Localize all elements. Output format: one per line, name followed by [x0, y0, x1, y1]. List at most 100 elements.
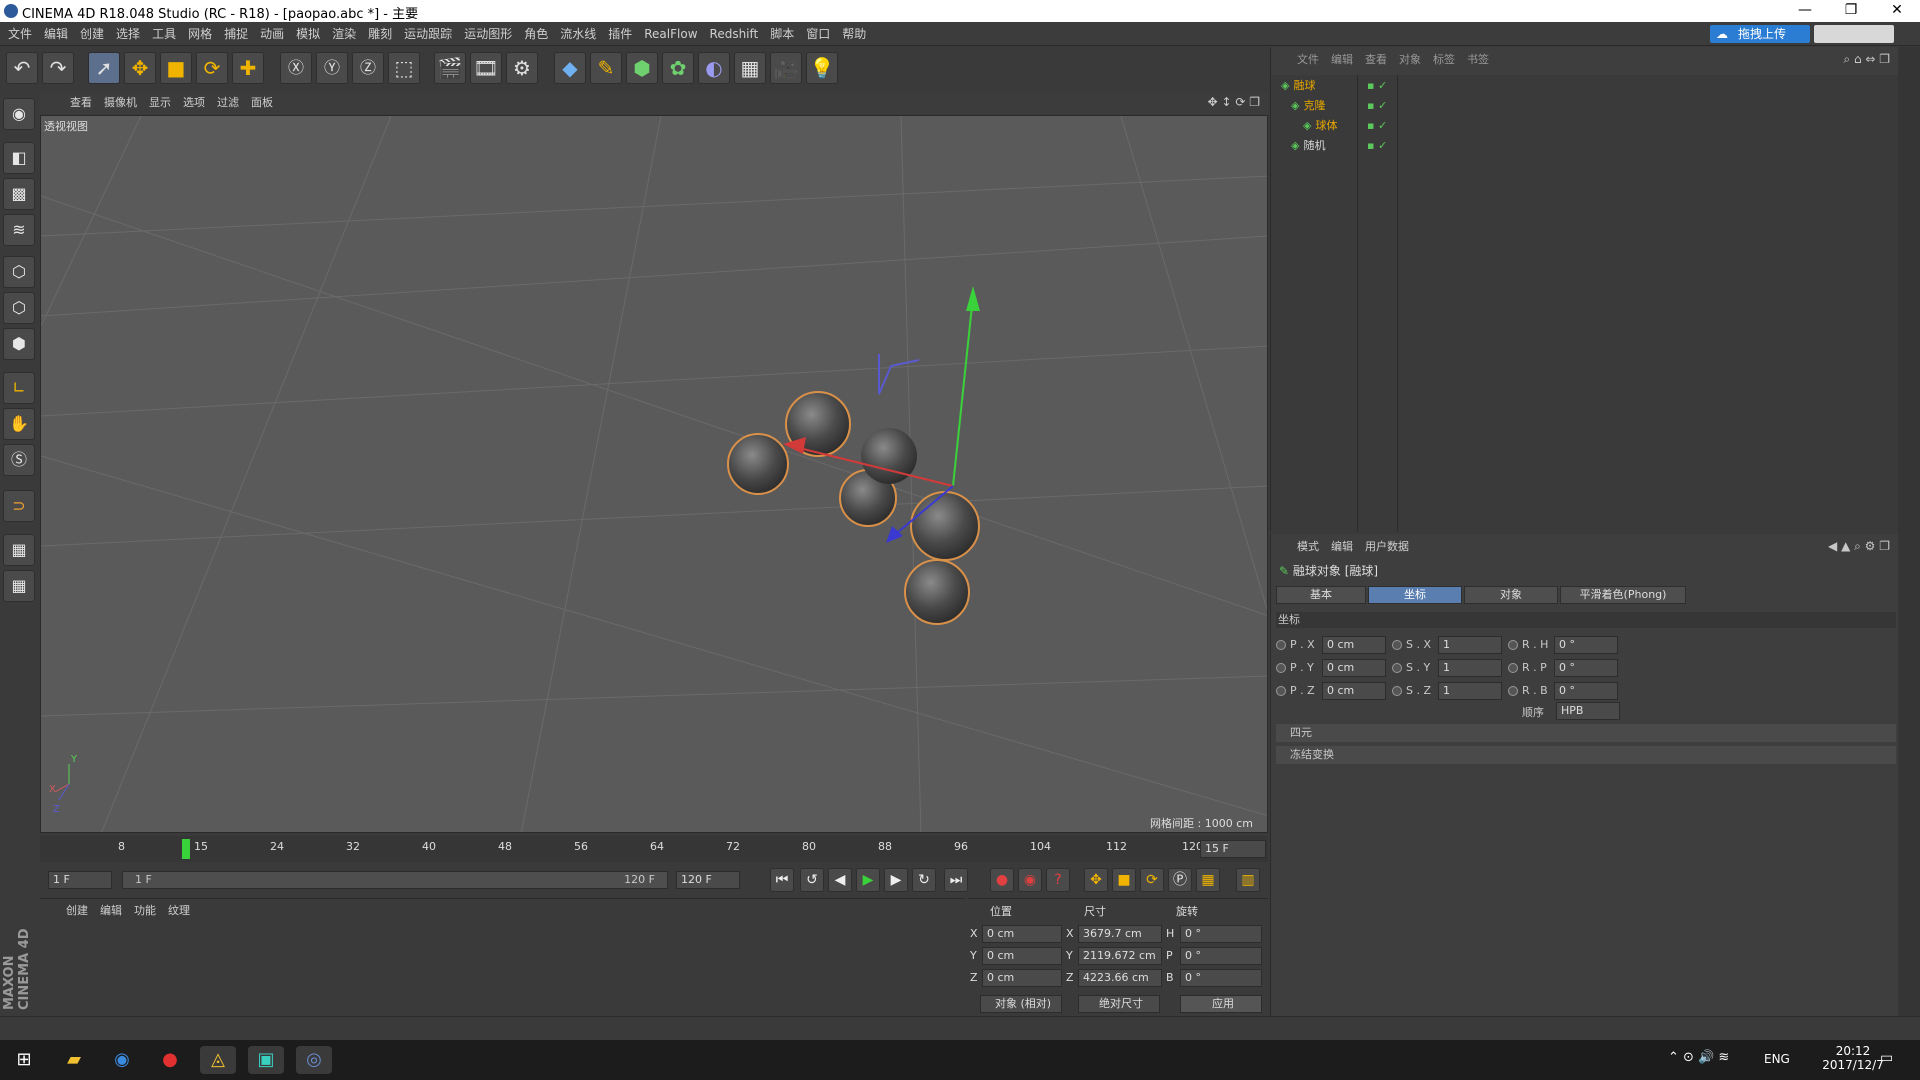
select-tool-icon[interactable]: ➚: [88, 52, 120, 84]
rotation-field[interactable]: 0 °: [1180, 947, 1262, 965]
object-menu-item[interactable]: 文件: [1291, 51, 1325, 69]
move-tool-icon[interactable]: ✥: [124, 52, 156, 84]
menu-item[interactable]: 捕捉: [218, 22, 254, 46]
attribute-menu-item[interactable]: 模式: [1291, 538, 1325, 556]
menu-item[interactable]: Redshift: [704, 22, 765, 46]
attribute-menu-item[interactable]: 编辑: [1325, 538, 1359, 556]
viewport-menu-item[interactable]: 查看: [64, 92, 98, 114]
animate-radio[interactable]: [1392, 686, 1402, 696]
viewport-menu-item[interactable]: 摄像机: [98, 92, 143, 114]
key-parameter-icon[interactable]: Ⓟ: [1168, 868, 1192, 892]
position-field[interactable]: 0 cm: [982, 969, 1062, 987]
animate-radio[interactable]: [1276, 686, 1286, 696]
menu-item[interactable]: 文件: [2, 22, 38, 46]
object-menu-item[interactable]: 编辑: [1325, 51, 1359, 69]
windows-start-icon[interactable]: ⊞: [6, 1046, 42, 1074]
start-frame-field[interactable]: 1 F: [48, 871, 112, 889]
playhead[interactable]: [182, 839, 190, 859]
goto-start-icon[interactable]: ⏮: [770, 868, 794, 892]
goto-end-icon[interactable]: ⏭: [944, 868, 968, 892]
menu-item[interactable]: 编辑: [38, 22, 74, 46]
y-axis-lock-icon[interactable]: Ⓨ: [316, 52, 348, 84]
field-value[interactable]: 1: [1438, 659, 1502, 677]
object-row[interactable]: ◈ 随机 ▪ ✓: [1273, 137, 1893, 155]
viewport-menu-item[interactable]: 过滤: [211, 92, 245, 114]
field-value[interactable]: 0 °: [1554, 636, 1618, 654]
animate-radio[interactable]: [1508, 640, 1518, 650]
app-icon[interactable]: ◬: [200, 1046, 236, 1074]
next-key-icon[interactable]: ↻: [912, 868, 936, 892]
menu-item[interactable]: 动画: [254, 22, 290, 46]
attribute-nav-icons[interactable]: ◀ ▲ ⌕ ⚙ ❐: [1828, 539, 1890, 554]
browser-icon[interactable]: ◉: [104, 1046, 140, 1074]
rotation-field[interactable]: 0 °: [1180, 925, 1262, 943]
cloner-icon[interactable]: ✿: [662, 52, 694, 84]
attribute-tab[interactable]: 基本: [1276, 586, 1366, 604]
object-row[interactable]: ◈ 克隆 ▪ ✓: [1273, 97, 1893, 115]
visibility-check-icon[interactable]: ▪ ✓: [1367, 97, 1387, 115]
undo-icon[interactable]: ↶: [6, 52, 38, 84]
field-value[interactable]: 0 °: [1554, 659, 1618, 677]
image-app-icon[interactable]: ▣: [248, 1046, 284, 1074]
tray-icons[interactable]: ⌃ ⊙ 🔊 ≋: [1668, 1050, 1729, 1065]
attribute-tab[interactable]: 平滑着色(Phong): [1560, 586, 1686, 604]
object-row[interactable]: ◈ 球体 ▪ ✓: [1273, 117, 1893, 135]
play-icon[interactable]: ▶: [856, 868, 880, 892]
current-frame-field[interactable]: 15 F: [1200, 840, 1266, 858]
apply-button[interactable]: 应用: [1180, 995, 1262, 1013]
key-scale-icon[interactable]: ■: [1112, 868, 1136, 892]
material-menu-item[interactable]: 功能: [128, 901, 162, 921]
subdivision-icon[interactable]: ⬢: [626, 52, 658, 84]
notifications-icon[interactable]: ▭: [1880, 1050, 1893, 1066]
file-explorer-icon[interactable]: ▰: [56, 1046, 92, 1074]
axis-mode-icon[interactable]: ∟: [3, 372, 35, 404]
tweak-mode-icon[interactable]: ✋: [3, 408, 35, 440]
material-menu-item[interactable]: 创建: [60, 901, 94, 921]
quaternion-section[interactable]: 四元: [1276, 724, 1896, 742]
timeline-ruler[interactable]: 8 15 24 32 40 48 56 64 72 80 88 96 104 112 120 15 F: [40, 836, 1268, 862]
attribute-tab[interactable]: 坐标: [1368, 586, 1462, 604]
prev-key-icon[interactable]: ↺: [800, 868, 824, 892]
attribute-menu-item[interactable]: 用户数据: [1359, 538, 1415, 556]
redo-icon[interactable]: ↷: [42, 52, 74, 84]
side-tabs[interactable]: [1898, 47, 1920, 1016]
points-mode-icon[interactable]: ⬡: [3, 256, 35, 288]
material-manager[interactable]: 创建 编辑 功能 纹理: [40, 898, 965, 1016]
object-menu-item[interactable]: 对象: [1393, 51, 1427, 69]
field-value[interactable]: 0 cm: [1322, 636, 1386, 654]
render-picture-viewer-icon[interactable]: 🎞: [470, 52, 502, 84]
attribute-tab[interactable]: 对象: [1464, 586, 1558, 604]
magnet-icon[interactable]: ⊃: [3, 490, 35, 522]
timeline-window-icon[interactable]: ▥: [1236, 868, 1260, 892]
recorder-icon[interactable]: ●: [152, 1046, 188, 1074]
perspective-viewport[interactable]: Y X Z: [40, 115, 1268, 833]
keyframe-selection-icon[interactable]: ?: [1046, 868, 1070, 892]
light-icon[interactable]: 💡: [806, 52, 838, 84]
texture-mode-icon[interactable]: ▩: [3, 178, 35, 210]
frame-range-slider[interactable]: 1 F 120 F: [122, 871, 668, 889]
menu-item[interactable]: 雕刻: [362, 22, 398, 46]
prev-frame-icon[interactable]: ◀: [828, 868, 852, 892]
object-manager-tools-icon[interactable]: ⌕ ⌂ ⇔ ❐: [1843, 52, 1890, 67]
rotation-field[interactable]: 0 °: [1180, 969, 1262, 987]
polygons-mode-icon[interactable]: ⬢: [3, 328, 35, 360]
workplane-icon[interactable]: ▦: [3, 534, 35, 566]
order-dropdown[interactable]: HPB: [1556, 702, 1620, 720]
workplane-mode-icon[interactable]: ≋: [3, 214, 35, 246]
animate-radio[interactable]: [1276, 640, 1286, 650]
animate-radio[interactable]: [1392, 640, 1402, 650]
menu-item[interactable]: 模拟: [290, 22, 326, 46]
cube-primitive-icon[interactable]: ◆: [554, 52, 586, 84]
viewport-menu-item[interactable]: 显示: [143, 92, 177, 114]
field-value[interactable]: 0 cm: [1322, 682, 1386, 700]
menu-item[interactable]: 窗口: [800, 22, 836, 46]
menu-item[interactable]: 创建: [74, 22, 110, 46]
material-menu-item[interactable]: 编辑: [94, 901, 128, 921]
floor-icon[interactable]: ▦: [734, 52, 766, 84]
size-field[interactable]: 2119.672 cm: [1078, 947, 1162, 965]
auto-key-icon[interactable]: ◉: [1018, 868, 1042, 892]
key-position-icon[interactable]: ✥: [1084, 868, 1108, 892]
menu-item[interactable]: 角色: [518, 22, 554, 46]
locked-workplane-icon[interactable]: ▦: [3, 570, 35, 602]
viewport-menu-item[interactable]: 面板: [245, 92, 279, 114]
